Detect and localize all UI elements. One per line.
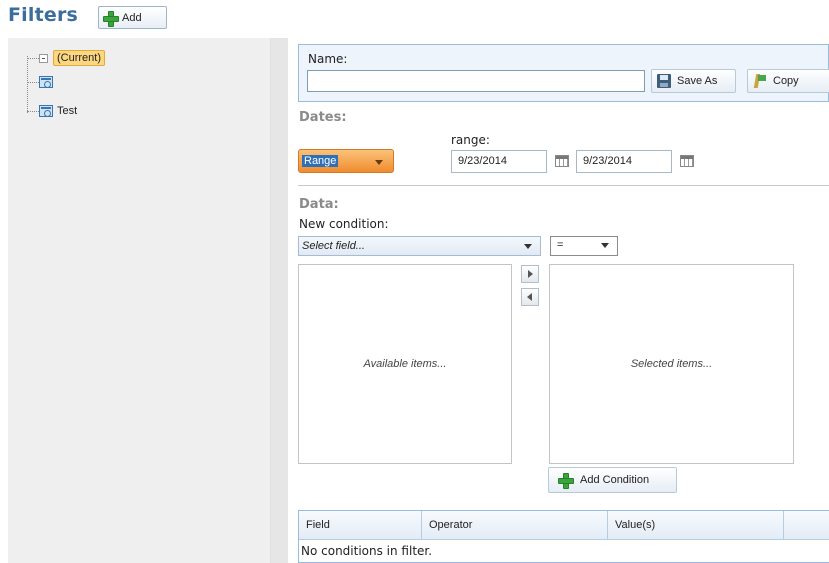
chevron-down-icon bbox=[601, 243, 609, 248]
save-icon bbox=[657, 74, 671, 88]
name-input[interactable] bbox=[307, 70, 645, 92]
field-select-value: Select field... bbox=[302, 240, 365, 252]
copy-icon bbox=[753, 74, 767, 88]
date-from-input[interactable]: 9/23/2014 bbox=[451, 150, 547, 173]
section-divider bbox=[298, 185, 829, 186]
add-filter-button[interactable]: Add bbox=[98, 6, 167, 29]
plus-icon bbox=[103, 10, 119, 27]
calendar-icon[interactable] bbox=[680, 155, 694, 167]
move-left-button[interactable] bbox=[521, 288, 539, 306]
date-mode-value: Range bbox=[302, 155, 339, 167]
tree-connector bbox=[27, 81, 39, 83]
tree-connector bbox=[27, 57, 39, 59]
add-condition-label: Add Condition bbox=[580, 474, 650, 486]
dates-title: Dates: bbox=[299, 110, 347, 125]
selected-items-placeholder: Selected items... bbox=[630, 358, 713, 370]
data-title: Data: bbox=[299, 197, 339, 212]
tree-item-label[interactable]: (Current) bbox=[53, 50, 106, 66]
copy-button[interactable]: Copy bbox=[747, 69, 829, 93]
operator-select[interactable]: = bbox=[550, 236, 618, 256]
page-title: Filters bbox=[8, 4, 79, 26]
tree-item-label[interactable]: Test bbox=[57, 105, 77, 117]
save-as-button[interactable]: Save As bbox=[651, 69, 736, 93]
filter-icon bbox=[39, 105, 53, 117]
chevron-down-icon bbox=[375, 160, 383, 165]
column-header-operator[interactable]: Operator bbox=[422, 511, 608, 540]
tree-scrollbar[interactable] bbox=[270, 38, 288, 563]
name-label: Name: bbox=[308, 52, 348, 66]
add-filter-label: Add bbox=[122, 11, 142, 24]
tree-item-unnamed[interactable] bbox=[27, 76, 57, 88]
copy-label: Copy bbox=[773, 75, 799, 87]
save-as-label: Save As bbox=[677, 75, 718, 87]
conditions-grid: Field Operator Value(s) No conditions in… bbox=[298, 510, 829, 563]
selected-items-list[interactable]: Selected items... bbox=[549, 264, 794, 464]
tree-connector bbox=[27, 110, 39, 112]
date-to-input[interactable]: 9/23/2014 bbox=[576, 150, 672, 173]
chevron-down-icon bbox=[524, 244, 532, 249]
field-select[interactable]: Select field... bbox=[298, 236, 541, 256]
available-items-placeholder: Available items... bbox=[363, 358, 447, 370]
operator-value: = bbox=[557, 239, 564, 251]
expander-icon[interactable] bbox=[39, 53, 48, 63]
column-header-extra bbox=[784, 511, 829, 540]
column-header-values[interactable]: Value(s) bbox=[608, 511, 784, 540]
grid-header: Field Operator Value(s) bbox=[299, 511, 829, 540]
tree-item-test[interactable]: Test bbox=[27, 105, 77, 117]
calendar-icon[interactable] bbox=[555, 155, 569, 167]
available-items-list[interactable]: Available items... bbox=[298, 264, 512, 464]
filter-tree-panel: (Current) Test bbox=[8, 38, 288, 563]
arrow-left-icon bbox=[527, 293, 532, 301]
new-condition-label: New condition: bbox=[299, 217, 389, 231]
move-right-button[interactable] bbox=[521, 265, 539, 283]
grid-empty-message: No conditions in filter. bbox=[301, 544, 433, 558]
name-section: Name: Save As Copy bbox=[298, 44, 829, 102]
arrow-right-icon bbox=[528, 270, 533, 278]
filter-icon bbox=[39, 76, 53, 88]
tree-item-current[interactable]: (Current) bbox=[27, 50, 106, 66]
date-mode-select[interactable]: Range bbox=[298, 149, 394, 173]
plus-icon bbox=[558, 473, 574, 489]
range-label: range: bbox=[451, 133, 490, 147]
add-condition-button[interactable]: Add Condition bbox=[548, 467, 677, 493]
column-header-field[interactable]: Field bbox=[299, 511, 422, 540]
